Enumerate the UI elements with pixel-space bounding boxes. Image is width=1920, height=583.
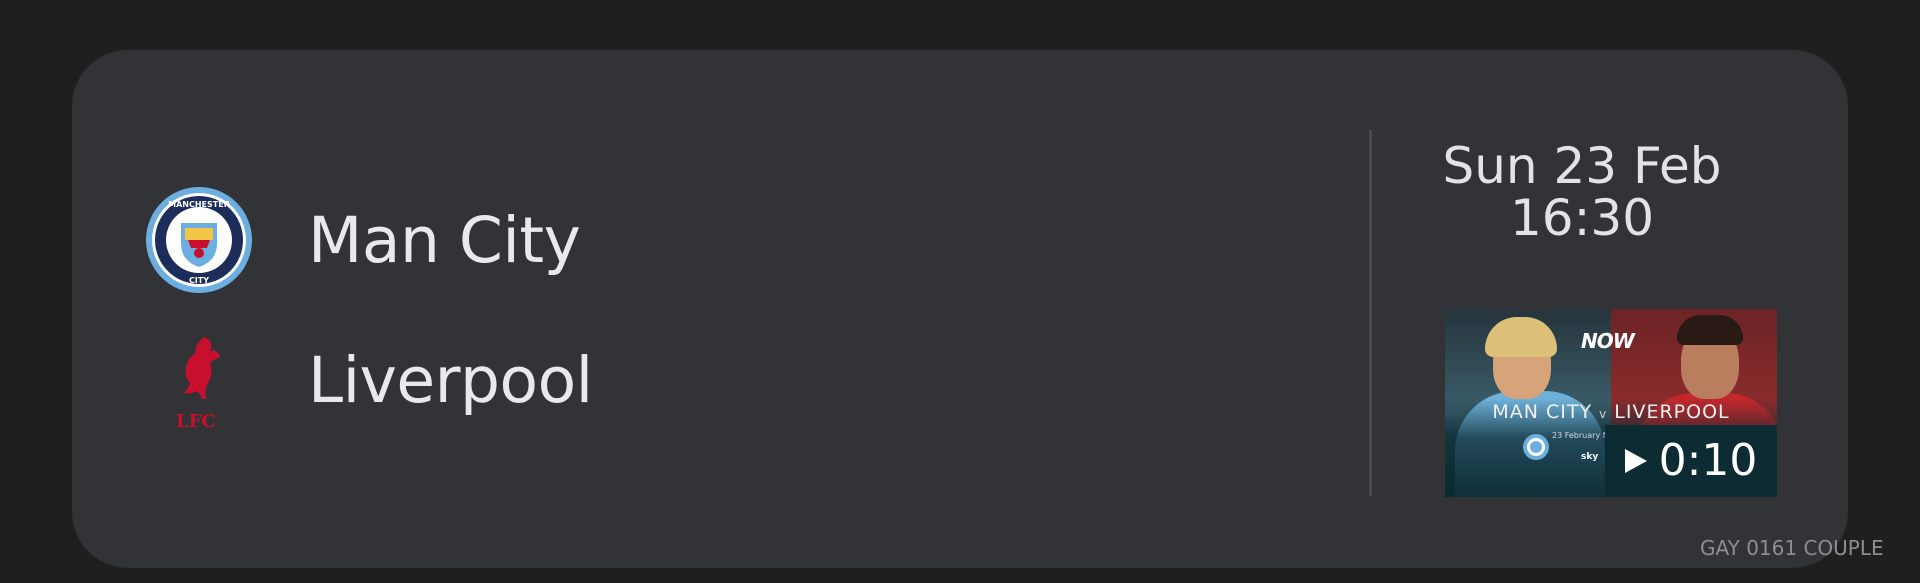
video-thumbnail[interactable]: NOW MAN CITY v LIVERPOOL 23 February fro…	[1445, 309, 1777, 497]
away-team-row: LFC Liverpool	[144, 325, 593, 435]
duration-badge[interactable]: 0:10	[1605, 425, 1777, 497]
match-time: 16:30	[1509, 189, 1655, 247]
crest-bottom-text: CITY	[189, 276, 209, 285]
thumbnail-away: LIVERPOOL	[1614, 401, 1730, 423]
match-date: Sun 23 Feb	[1442, 137, 1722, 195]
away-player-hair	[1677, 315, 1743, 345]
watermark: GAY 0161 COUPLE	[1700, 536, 1884, 560]
thumbnail-vs: v	[1599, 407, 1608, 421]
liverpool-liverbird-crest-icon: LFC	[144, 325, 254, 435]
match-card[interactable]: MANCHESTER CITY Man City LFC Liverpool S…	[72, 50, 1848, 568]
lfc-text: LFC	[176, 411, 216, 432]
crest-top-text: MANCHESTER	[168, 200, 230, 209]
video-duration: 0:10	[1658, 435, 1758, 486]
thumbnail-city-crest-icon	[1523, 434, 1549, 460]
play-icon[interactable]	[1624, 449, 1647, 473]
away-team-name: Liverpool	[308, 343, 593, 417]
now-logo: NOW	[1581, 329, 1635, 353]
thumbnail-home: MAN CITY	[1492, 401, 1593, 423]
manchester-city-crest-icon: MANCHESTER CITY	[144, 185, 254, 295]
home-team-row: MANCHESTER CITY Man City	[144, 185, 581, 295]
thumbnail-matchup: MAN CITY v LIVERPOOL	[1445, 401, 1777, 423]
thumbnail-channel: sky	[1581, 452, 1599, 462]
home-team-name: Man City	[308, 203, 581, 277]
divider	[1369, 130, 1372, 496]
